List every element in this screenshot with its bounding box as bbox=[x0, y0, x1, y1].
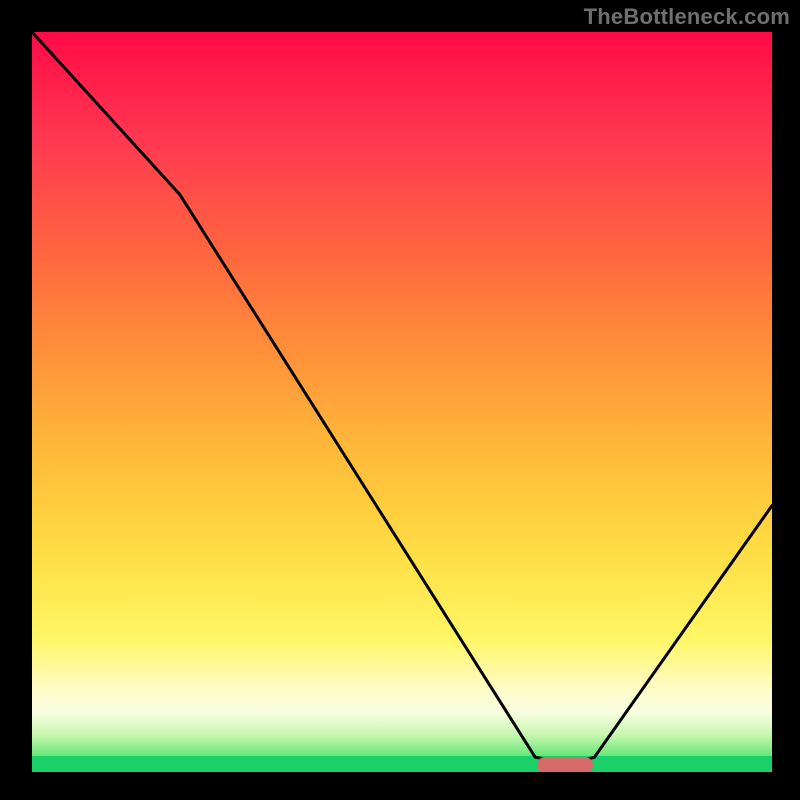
curve-layer bbox=[32, 32, 772, 772]
watermark-text: TheBottleneck.com bbox=[584, 4, 790, 30]
plot-area bbox=[32, 32, 772, 772]
min-marker bbox=[537, 757, 593, 772]
curve-path bbox=[32, 32, 772, 761]
chart-frame: TheBottleneck.com bbox=[0, 0, 800, 800]
